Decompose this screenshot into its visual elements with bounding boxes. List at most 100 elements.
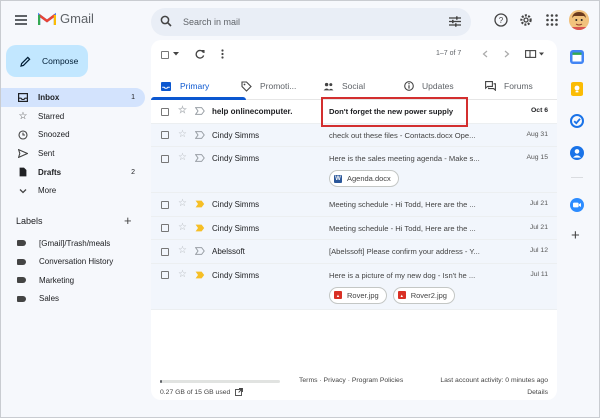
email-row[interactable]: ☆ Cindy Simms Meeting schedule - Hi Todd, …: [151, 216, 557, 240]
info-icon: [404, 81, 414, 91]
select-dropdown-icon[interactable]: [173, 52, 179, 56]
email-subject: check out these files - Contacts.docx Op…: [329, 130, 476, 140]
details-link[interactable]: Details: [527, 389, 548, 396]
importance-marker-icon[interactable]: [195, 224, 205, 232]
importance-marker-icon[interactable]: [195, 154, 205, 162]
row-checkbox[interactable]: [161, 131, 169, 139]
email-date: Oct 6: [531, 107, 548, 114]
email-row[interactable]: ☆ Abelssoft [Abelssoft] Please confirm you…: [151, 240, 557, 264]
apps-grid-icon[interactable]: [545, 13, 559, 27]
tab-label: Updates: [422, 81, 454, 91]
label-item[interactable]: Marketing: [0, 271, 145, 290]
email-row[interactable]: ☆ help onlinecomputer. Don't forget the ne…: [151, 100, 557, 124]
tab-forums[interactable]: Forums: [485, 72, 533, 100]
newer-chevron-icon[interactable]: [482, 50, 488, 58]
search-icon[interactable]: [160, 15, 172, 27]
settings-gear-icon[interactable]: [519, 13, 533, 27]
drafts-count: 2: [131, 168, 135, 176]
row-checkbox[interactable]: [161, 107, 169, 116]
tab-social[interactable]: Social: [323, 72, 365, 100]
compose-button[interactable]: Compose: [6, 45, 88, 77]
search-input[interactable]: [183, 14, 423, 30]
account-avatar[interactable]: [569, 10, 589, 30]
word-doc-icon: W: [334, 174, 342, 183]
sidebar-item-inbox[interactable]: Inbox 1: [0, 88, 145, 107]
add-addon-plus-icon[interactable]: +: [571, 228, 580, 243]
label-tag-icon: [17, 277, 26, 284]
email-sender: Abelssoft: [212, 247, 245, 256]
attachment-name: Rover2.jpg: [410, 290, 447, 300]
gmail-logo[interactable]: Gmail: [38, 11, 94, 26]
zoom-meetings-icon[interactable]: [570, 198, 584, 212]
labels-heading: Labels: [16, 216, 43, 226]
category-tabs: Primary Promoti... Social Updates Forums: [151, 72, 557, 100]
tab-updates[interactable]: Updates: [404, 72, 454, 100]
email-row[interactable]: ☆ Cindy Simms Here is a picture of my new …: [151, 263, 557, 310]
sidebar-item-snoozed[interactable]: Snoozed: [0, 125, 145, 144]
split-pane-toggle-icon[interactable]: [525, 50, 545, 58]
main-menu-button[interactable]: [15, 15, 27, 25]
tasks-icon[interactable]: [570, 114, 584, 128]
star-icon[interactable]: ☆: [178, 245, 187, 256]
label-tag-icon: [17, 295, 26, 302]
sidebar-item-drafts[interactable]: Drafts 2: [0, 163, 145, 182]
star-icon[interactable]: ☆: [178, 222, 187, 233]
tab-primary[interactable]: Primary: [161, 72, 209, 100]
star-icon[interactable]: ☆: [178, 269, 187, 280]
email-row[interactable]: ☆ Cindy Simms Meeting schedule - Hi Todd, …: [151, 193, 557, 217]
email-row[interactable]: ☆ Cindy Simms check out these files - Cont…: [151, 123, 557, 147]
row-checkbox[interactable]: [161, 200, 169, 209]
file-icon: [17, 167, 29, 177]
star-icon[interactable]: ☆: [178, 152, 187, 163]
email-sender: Cindy Simms: [212, 200, 260, 209]
storage-text: 0.27 GB of 15 GB used: [160, 389, 231, 396]
keep-icon[interactable]: [570, 82, 584, 96]
sidebar-item-label: Snoozed: [38, 130, 70, 140]
email-date: Jul 21: [529, 200, 548, 207]
open-external-icon[interactable]: [235, 388, 243, 396]
older-chevron-icon[interactable]: [504, 50, 510, 58]
importance-marker-icon[interactable]: [195, 130, 205, 139]
people-icon: [323, 82, 334, 90]
select-all-checkbox[interactable]: [161, 51, 169, 59]
row-checkbox[interactable]: [161, 224, 169, 232]
label-item[interactable]: Sales: [0, 290, 145, 309]
attachment-name: Agenda.docx: [347, 174, 391, 183]
policy-links[interactable]: Terms · Privacy · Program Policies: [299, 377, 403, 384]
help-icon[interactable]: ?: [494, 13, 508, 27]
label-item[interactable]: [Gmail]/Trash/meals: [0, 234, 145, 253]
sidebar-item-label: Starred: [38, 111, 65, 121]
inbox-icon: [17, 92, 29, 102]
search-options-icon[interactable]: [449, 16, 461, 27]
labels-list: [Gmail]/Trash/meals Conversation History…: [0, 234, 145, 308]
sidebar-item-starred[interactable]: ☆ Starred: [0, 107, 145, 126]
sidebar-item-more[interactable]: More: [0, 181, 145, 200]
label-item[interactable]: Conversation History: [0, 253, 145, 272]
contacts-icon[interactable]: [570, 146, 584, 160]
sidebar-item-label: More: [38, 186, 57, 196]
calendar-icon[interactable]: [570, 50, 584, 64]
row-checkbox[interactable]: [161, 247, 169, 256]
star-icon[interactable]: ☆: [178, 105, 187, 116]
email-row[interactable]: ☆ Cindy Simms Here is the sales meeting ag…: [151, 147, 557, 193]
tab-promotions[interactable]: Promoti...: [241, 72, 296, 100]
row-checkbox[interactable]: [161, 154, 169, 163]
label-text: Marketing: [39, 275, 75, 285]
importance-marker-icon[interactable]: [195, 271, 205, 279]
star-icon[interactable]: ☆: [178, 198, 187, 209]
label-text: Sales: [39, 294, 60, 304]
sidebar-item-sent[interactable]: Sent: [0, 144, 145, 163]
attachment-chip[interactable]: ▲ Rover.jpg: [329, 286, 387, 304]
attachment-chip[interactable]: ▲ Rover2.jpg: [392, 286, 455, 304]
refresh-icon[interactable]: [195, 49, 205, 59]
add-label-plus-icon[interactable]: +: [124, 213, 132, 228]
more-vert-icon[interactable]: [221, 49, 224, 59]
compose-label: Compose: [42, 56, 79, 66]
importance-marker-icon[interactable]: [195, 107, 205, 115]
image-file-icon: ▲: [334, 291, 342, 299]
star-icon[interactable]: ☆: [178, 129, 187, 140]
row-checkbox[interactable]: [161, 271, 169, 279]
importance-marker-icon[interactable]: [195, 200, 205, 208]
importance-marker-icon[interactable]: [195, 247, 205, 255]
attachment-chip[interactable]: W Agenda.docx: [329, 170, 399, 187]
